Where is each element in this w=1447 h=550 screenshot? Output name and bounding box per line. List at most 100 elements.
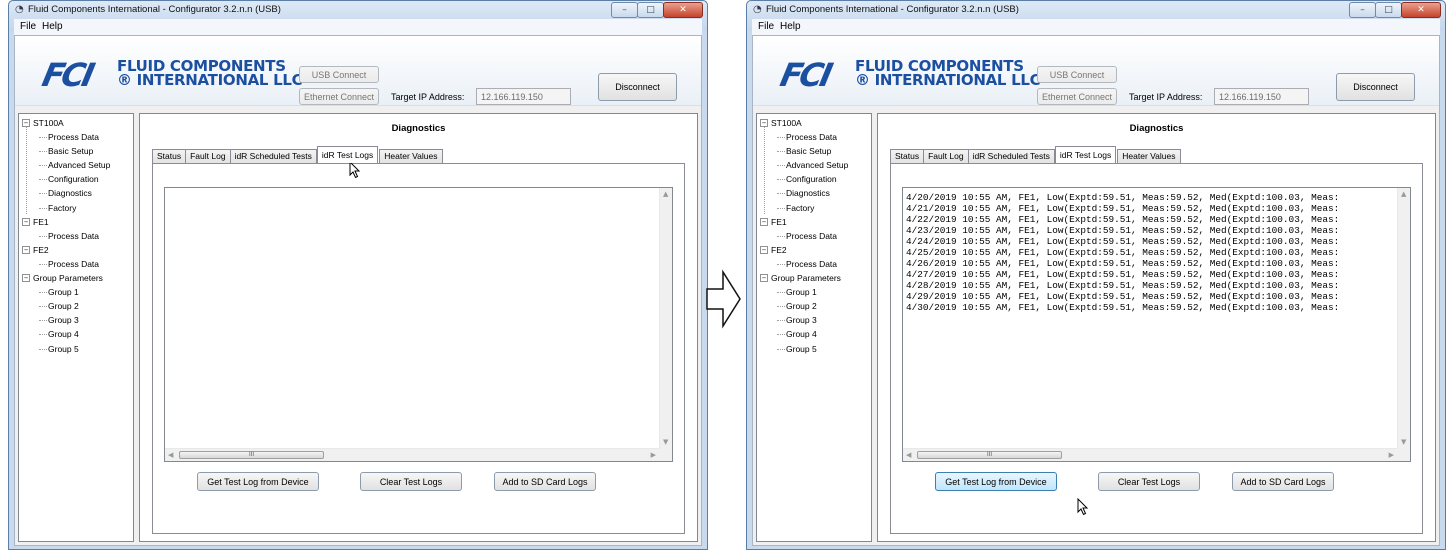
tree-item-group-2[interactable]: Group 2 bbox=[19, 299, 133, 313]
logo-line2: ® INTERNATIONAL LLC bbox=[117, 71, 303, 89]
vertical-scrollbar[interactable]: ▲ ▼ bbox=[1397, 188, 1410, 448]
add-to-sd-card-logs-button[interactable]: Add to SD Card Logs bbox=[494, 472, 596, 491]
tree-item-process-data[interactable]: Process Data bbox=[757, 130, 871, 144]
ethernet-connect-button[interactable]: Ethernet Connect bbox=[299, 88, 379, 105]
tree-item-fe1-process-data[interactable]: Process Data bbox=[757, 229, 871, 243]
menu-help[interactable]: Help bbox=[42, 21, 63, 32]
tree-item-group-1[interactable]: Group 1 bbox=[757, 285, 871, 299]
tab-fault-log[interactable]: Fault Log bbox=[923, 149, 969, 163]
horizontal-scroll-thumb[interactable]: III bbox=[917, 451, 1062, 459]
tab-idr-test-logs[interactable]: idR Test Logs bbox=[1054, 146, 1117, 163]
add-to-sd-card-logs-button[interactable]: Add to SD Card Logs bbox=[1232, 472, 1334, 491]
tab-heater-values[interactable]: Heater Values bbox=[1117, 149, 1181, 163]
test-log-textbox[interactable]: ▲ ▼ ◀ III ▶ bbox=[164, 187, 673, 462]
clear-test-logs-button[interactable]: Clear Test Logs bbox=[1098, 472, 1200, 491]
tree-item-process-data[interactable]: Process Data bbox=[19, 130, 133, 144]
tree-item-group-1[interactable]: Group 1 bbox=[19, 285, 133, 299]
tree-node-st100a[interactable]: − ST100A bbox=[757, 116, 871, 130]
collapse-icon[interactable]: − bbox=[22, 274, 30, 283]
usb-connect-button[interactable]: USB Connect bbox=[1037, 66, 1117, 83]
maximize-button[interactable]: □ bbox=[1375, 2, 1402, 18]
tree-item-basic-setup[interactable]: Basic Setup bbox=[19, 144, 133, 158]
scroll-down-icon[interactable]: ▼ bbox=[1401, 438, 1406, 446]
disconnect-button[interactable]: Disconnect bbox=[598, 73, 677, 101]
tree-item-group-3[interactable]: Group 3 bbox=[757, 313, 871, 327]
collapse-icon[interactable]: − bbox=[22, 245, 30, 254]
scroll-left-icon[interactable]: ◀ bbox=[168, 451, 173, 459]
log-line: 4/23/2019 10:55 AM, FE1, Low(Exptd:59.51… bbox=[906, 225, 1340, 236]
tab-idr-scheduled-tests[interactable]: idR Scheduled Tests bbox=[967, 149, 1055, 163]
tree-item-advanced-setup[interactable]: Advanced Setup bbox=[19, 158, 133, 172]
tree-item-advanced-setup[interactable]: Advanced Setup bbox=[757, 158, 871, 172]
usb-connect-button[interactable]: USB Connect bbox=[299, 66, 379, 83]
target-ip-field[interactable]: 12.166.119.150 bbox=[1214, 88, 1309, 105]
tree-item-fe1-process-data[interactable]: Process Data bbox=[19, 229, 133, 243]
mouse-cursor-icon bbox=[349, 161, 361, 179]
vertical-scrollbar[interactable]: ▲ ▼ bbox=[659, 188, 672, 448]
fci-logo: FCI FLUID COMPONENTS ® INTERNATIONAL LLC bbox=[39, 54, 303, 94]
main-client-area: FCI FLUID COMPONENTS ® INTERNATIONAL LLC… bbox=[752, 35, 1440, 546]
horizontal-scrollbar[interactable]: ◀ III ▶ bbox=[903, 448, 1397, 461]
tree-item-basic-setup[interactable]: Basic Setup bbox=[757, 144, 871, 158]
tree-item-group-2[interactable]: Group 2 bbox=[757, 299, 871, 313]
scroll-corner bbox=[1397, 448, 1410, 461]
tree-item-group-3[interactable]: Group 3 bbox=[19, 313, 133, 327]
close-button[interactable]: ✕ bbox=[1401, 2, 1441, 18]
tree-item-configuration[interactable]: Configuration bbox=[19, 172, 133, 186]
menu-file[interactable]: File bbox=[758, 21, 774, 32]
tree-item-fe2-process-data[interactable]: Process Data bbox=[19, 257, 133, 271]
tree-item-group-4[interactable]: Group 4 bbox=[19, 327, 133, 341]
tree-item-factory[interactable]: Factory bbox=[19, 201, 133, 215]
tree-node-group-parameters[interactable]: − Group Parameters bbox=[757, 271, 871, 285]
tab-heater-values[interactable]: Heater Values bbox=[379, 149, 443, 163]
horizontal-scrollbar[interactable]: ◀ III ▶ bbox=[165, 448, 659, 461]
menu-file[interactable]: File bbox=[20, 21, 36, 32]
scroll-left-icon[interactable]: ◀ bbox=[906, 451, 911, 459]
collapse-icon[interactable]: − bbox=[22, 217, 30, 226]
minimize-button[interactable]: – bbox=[611, 2, 638, 18]
disconnect-button[interactable]: Disconnect bbox=[1336, 73, 1415, 101]
tree-node-fe2[interactable]: − FE2 bbox=[757, 243, 871, 257]
tab-fault-log[interactable]: Fault Log bbox=[185, 149, 231, 163]
collapse-icon[interactable]: − bbox=[760, 274, 768, 283]
tab-status[interactable]: Status bbox=[152, 149, 187, 163]
target-ip-field[interactable]: 12.166.119.150 bbox=[476, 88, 571, 105]
collapse-icon[interactable]: − bbox=[760, 119, 768, 127]
tree-item-configuration[interactable]: Configuration bbox=[757, 172, 871, 186]
close-button[interactable]: ✕ bbox=[663, 2, 703, 18]
tree-item-group-5[interactable]: Group 5 bbox=[19, 342, 133, 356]
tree-item-group-5[interactable]: Group 5 bbox=[757, 342, 871, 356]
tree-item-diagnostics[interactable]: Diagnostics bbox=[757, 186, 871, 200]
get-test-log-button[interactable]: Get Test Log from Device bbox=[197, 472, 319, 491]
scroll-up-icon[interactable]: ▲ bbox=[663, 190, 668, 198]
ethernet-connect-button[interactable]: Ethernet Connect bbox=[1037, 88, 1117, 105]
test-log-textbox[interactable]: 4/20/2019 10:55 AM, FE1, Low(Exptd:59.51… bbox=[902, 187, 1411, 462]
tree-node-fe2[interactable]: − FE2 bbox=[19, 243, 133, 257]
tab-idr-test-logs[interactable]: idR Test Logs bbox=[316, 146, 379, 163]
window-title: Fluid Components International - Configu… bbox=[28, 4, 281, 15]
tree-node-group-parameters[interactable]: − Group Parameters bbox=[19, 271, 133, 285]
scroll-right-icon[interactable]: ▶ bbox=[651, 451, 656, 459]
tree-node-st100a[interactable]: − ST100A bbox=[19, 116, 133, 130]
scroll-right-icon[interactable]: ▶ bbox=[1389, 451, 1394, 459]
tab-status[interactable]: Status bbox=[890, 149, 925, 163]
tree-item-factory[interactable]: Factory bbox=[757, 201, 871, 215]
tab-content: 4/20/2019 10:55 AM, FE1, Low(Exptd:59.51… bbox=[890, 163, 1423, 534]
menu-help[interactable]: Help bbox=[780, 21, 801, 32]
scroll-down-icon[interactable]: ▼ bbox=[663, 438, 668, 446]
scroll-up-icon[interactable]: ▲ bbox=[1401, 190, 1406, 198]
minimize-button[interactable]: – bbox=[1349, 2, 1376, 18]
get-test-log-button[interactable]: Get Test Log from Device bbox=[935, 472, 1057, 491]
tree-node-fe1[interactable]: − FE1 bbox=[757, 215, 871, 229]
collapse-icon[interactable]: − bbox=[760, 245, 768, 254]
tree-item-fe2-process-data[interactable]: Process Data bbox=[757, 257, 871, 271]
maximize-button[interactable]: □ bbox=[637, 2, 664, 18]
tree-item-group-4[interactable]: Group 4 bbox=[757, 327, 871, 341]
horizontal-scroll-thumb[interactable]: III bbox=[179, 451, 324, 459]
collapse-icon[interactable]: − bbox=[760, 217, 768, 226]
tab-idr-scheduled-tests[interactable]: idR Scheduled Tests bbox=[229, 149, 317, 163]
tree-node-fe1[interactable]: − FE1 bbox=[19, 215, 133, 229]
clear-test-logs-button[interactable]: Clear Test Logs bbox=[360, 472, 462, 491]
tree-item-diagnostics[interactable]: Diagnostics bbox=[19, 186, 133, 200]
collapse-icon[interactable]: − bbox=[22, 119, 30, 127]
